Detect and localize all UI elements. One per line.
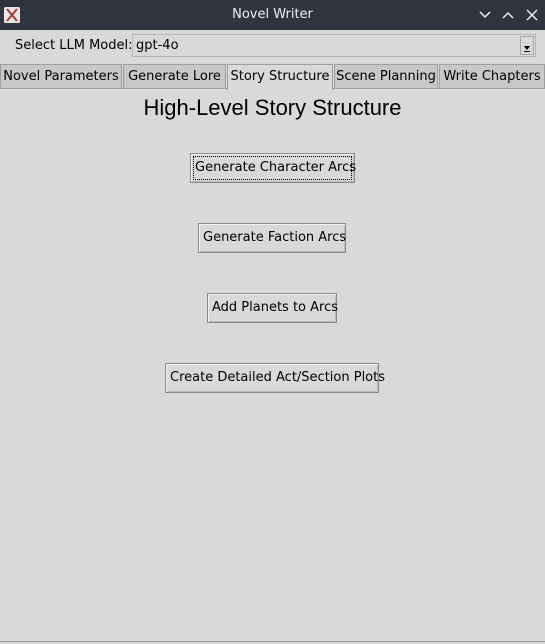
model-label: Select LLM Model:	[15, 38, 133, 53]
add-planets-button[interactable]: Add Planets to Arcs	[207, 293, 338, 323]
window-bottom-border	[0, 641, 545, 642]
notebook-tabs: Novel Parameters Generate Lore Story Str…	[0, 64, 545, 90]
minimize-icon[interactable]	[477, 7, 493, 23]
create-act-plots-button[interactable]: Create Detailed Act/Section Plots	[165, 363, 385, 393]
window-title: Novel Writer	[232, 7, 313, 22]
close-icon[interactable]	[524, 7, 540, 23]
generate-faction-arcs-button[interactable]: Generate Faction Arcs	[198, 223, 346, 253]
title-bar: Novel Writer	[0, 0, 545, 30]
generate-character-arcs-button[interactable]: Generate Character Arcs	[190, 153, 356, 183]
tab-novel-parameters[interactable]: Novel Parameters	[0, 64, 122, 89]
tab-write-chapters[interactable]: Write Chapters	[439, 64, 545, 89]
tab-generate-lore[interactable]: Generate Lore	[123, 64, 226, 89]
dropdown-arrow-icon[interactable]	[520, 36, 534, 55]
model-combobox[interactable]: gpt-4o	[132, 34, 536, 57]
tab-scene-planning[interactable]: Scene Planning	[334, 64, 438, 89]
tab-story-structure[interactable]: Story Structure	[227, 64, 333, 90]
panel-title: High-Level Story Structure	[143, 95, 402, 120]
maximize-icon[interactable]	[500, 7, 516, 23]
model-value: gpt-4o	[136, 38, 179, 53]
